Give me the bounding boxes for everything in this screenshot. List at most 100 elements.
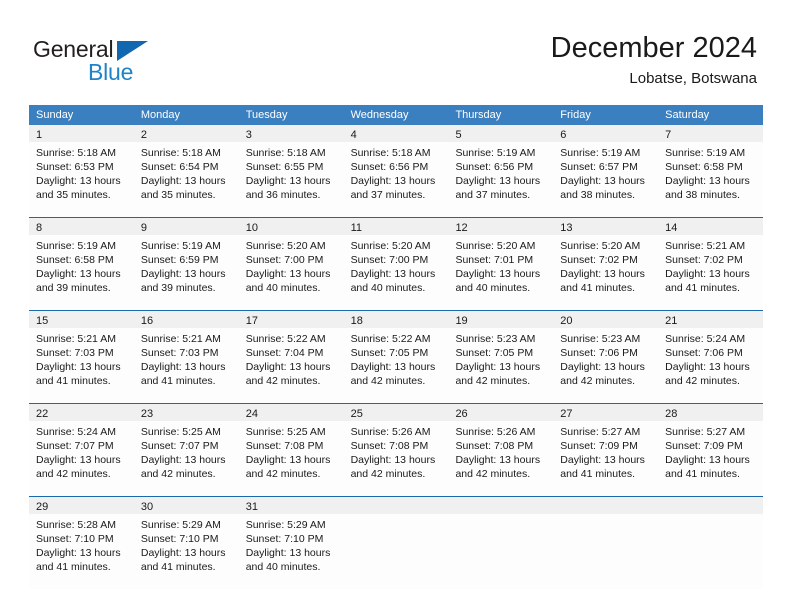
day-number-strip: 6 bbox=[553, 125, 659, 142]
day-cell[interactable]: 15 Sunrise: 5:21 AM Sunset: 7:03 PM Dayl… bbox=[29, 311, 134, 403]
day-number: 1 bbox=[36, 129, 43, 141]
day-cell[interactable]: 12 Sunrise: 5:20 AM Sunset: 7:01 PM Dayl… bbox=[448, 218, 554, 310]
sunrise-text: Sunrise: 5:19 AM bbox=[560, 147, 641, 159]
day-cell[interactable]: 29 Sunrise: 5:28 AM Sunset: 7:10 PM Dayl… bbox=[29, 497, 134, 589]
sunrise-text: Sunrise: 5:25 AM bbox=[245, 426, 326, 438]
day-cell[interactable]: 21 Sunrise: 5:24 AM Sunset: 7:06 PM Dayl… bbox=[658, 311, 764, 403]
day-number: 28 bbox=[665, 408, 678, 420]
daylight-text-cont: and 41 minutes. bbox=[36, 561, 111, 573]
day-cell[interactable]: 2 Sunrise: 5:18 AM Sunset: 6:54 PM Dayli… bbox=[133, 125, 239, 217]
sunset-text: Sunset: 7:04 PM bbox=[245, 347, 324, 359]
day-cell[interactable]: 16 Sunrise: 5:21 AM Sunset: 7:03 PM Dayl… bbox=[133, 311, 239, 403]
sunrise-text: Sunrise: 5:24 AM bbox=[665, 333, 746, 345]
day-cell[interactable]: 28 Sunrise: 5:27 AM Sunset: 7:09 PM Dayl… bbox=[658, 404, 764, 496]
sunrise-text: Sunrise: 5:22 AM bbox=[350, 333, 431, 345]
day-cell[interactable]: 26 Sunrise: 5:26 AM Sunset: 7:08 PM Dayl… bbox=[448, 404, 554, 496]
daylight-text-cont: and 41 minutes. bbox=[140, 375, 216, 387]
sunset-text: Sunset: 7:09 PM bbox=[560, 440, 638, 452]
sunrise-text: Sunrise: 5:25 AM bbox=[140, 426, 221, 438]
daylight-text: Daylight: 13 hours bbox=[140, 175, 226, 187]
sunset-text: Sunset: 6:56 PM bbox=[455, 161, 534, 173]
day-cell[interactable]: 6 Sunrise: 5:19 AM Sunset: 6:57 PM Dayli… bbox=[553, 125, 659, 217]
day-cell[interactable]: 11 Sunrise: 5:20 AM Sunset: 7:00 PM Dayl… bbox=[343, 218, 449, 310]
day-cell[interactable]: 10 Sunrise: 5:20 AM Sunset: 7:00 PM Dayl… bbox=[238, 218, 344, 310]
general-blue-logo[interactable]: General Blue bbox=[33, 36, 203, 88]
daylight-text-cont: and 41 minutes. bbox=[665, 282, 740, 294]
day-cell[interactable]: 20 Sunrise: 5:23 AM Sunset: 7:06 PM Dayl… bbox=[553, 311, 659, 403]
sunrise-text: Sunrise: 5:27 AM bbox=[665, 426, 746, 438]
daylight-text: Daylight: 13 hours bbox=[140, 268, 226, 280]
sunrise-text: Sunrise: 5:28 AM bbox=[36, 519, 116, 531]
day-number-strip bbox=[448, 497, 554, 514]
day-number: 20 bbox=[560, 315, 573, 327]
daylight-text: Daylight: 13 hours bbox=[350, 361, 436, 373]
title-block: December 2024 Lobatse, Botswana bbox=[551, 31, 757, 89]
day-cell[interactable]: 24 Sunrise: 5:25 AM Sunset: 7:08 PM Dayl… bbox=[238, 404, 344, 496]
day-cell[interactable]: 25 Sunrise: 5:26 AM Sunset: 7:08 PM Dayl… bbox=[343, 404, 449, 496]
day-cell[interactable]: 7 Sunrise: 5:19 AM Sunset: 6:58 PM Dayli… bbox=[658, 125, 764, 217]
day-details: Sunrise: 5:19 AM Sunset: 6:58 PM Dayligh… bbox=[29, 235, 134, 295]
day-cell[interactable]: 9 Sunrise: 5:19 AM Sunset: 6:59 PM Dayli… bbox=[133, 218, 239, 310]
day-cell[interactable]: 30 Sunrise: 5:29 AM Sunset: 7:10 PM Dayl… bbox=[133, 497, 239, 589]
sunset-text: Sunset: 7:06 PM bbox=[560, 347, 638, 359]
day-cell[interactable]: 1 Sunrise: 5:18 AM Sunset: 6:53 PM Dayli… bbox=[29, 125, 134, 217]
day-cell[interactable]: 31 Sunrise: 5:29 AM Sunset: 7:10 PM Dayl… bbox=[238, 497, 344, 589]
daylight-text: Daylight: 13 hours bbox=[455, 175, 541, 187]
day-details: Sunrise: 5:29 AM Sunset: 7:10 PM Dayligh… bbox=[239, 514, 344, 574]
day-details: Sunrise: 5:21 AM Sunset: 7:02 PM Dayligh… bbox=[658, 235, 763, 295]
day-cell[interactable]: 13 Sunrise: 5:20 AM Sunset: 7:02 PM Dayl… bbox=[553, 218, 659, 310]
day-details: Sunrise: 5:20 AM Sunset: 7:02 PM Dayligh… bbox=[553, 235, 658, 295]
day-cell[interactable]: 4 Sunrise: 5:18 AM Sunset: 6:56 PM Dayli… bbox=[343, 125, 449, 217]
day-number: 15 bbox=[36, 315, 49, 327]
sunrise-text: Sunrise: 5:22 AM bbox=[245, 333, 326, 345]
daylight-text: Daylight: 13 hours bbox=[245, 175, 331, 187]
day-number-strip: 27 bbox=[553, 404, 659, 421]
day-number-strip: 14 bbox=[658, 218, 764, 235]
day-cell[interactable]: 18 Sunrise: 5:22 AM Sunset: 7:05 PM Dayl… bbox=[343, 311, 449, 403]
daylight-text-cont: and 42 minutes. bbox=[245, 468, 321, 480]
day-cell[interactable]: 5 Sunrise: 5:19 AM Sunset: 6:56 PM Dayli… bbox=[448, 125, 554, 217]
sunrise-text: Sunrise: 5:26 AM bbox=[350, 426, 431, 438]
day-cell[interactable]: 22 Sunrise: 5:24 AM Sunset: 7:07 PM Dayl… bbox=[29, 404, 134, 496]
logo-text-blue: Blue bbox=[88, 59, 134, 85]
day-number-strip: 11 bbox=[343, 218, 449, 235]
day-cell-empty bbox=[448, 497, 554, 589]
daylight-text-cont: and 39 minutes. bbox=[36, 282, 111, 294]
daylight-text-cont: and 38 minutes. bbox=[665, 189, 740, 201]
page-subtitle: Lobatse, Botswana bbox=[629, 70, 757, 87]
day-cell[interactable]: 27 Sunrise: 5:27 AM Sunset: 7:09 PM Dayl… bbox=[553, 404, 659, 496]
day-number: 8 bbox=[36, 222, 43, 234]
day-details: Sunrise: 5:24 AM Sunset: 7:06 PM Dayligh… bbox=[658, 328, 763, 388]
day-number-strip: 31 bbox=[238, 497, 344, 514]
sunset-text: Sunset: 7:10 PM bbox=[36, 533, 114, 545]
calendar-page: General Blue December 2024 Lobatse, Bots… bbox=[0, 0, 792, 612]
weekday-header-sunday: Sunday bbox=[36, 109, 74, 121]
day-cell[interactable]: 19 Sunrise: 5:23 AM Sunset: 7:05 PM Dayl… bbox=[448, 311, 554, 403]
day-number: 5 bbox=[455, 129, 462, 141]
daylight-text-cont: and 38 minutes. bbox=[560, 189, 636, 201]
daylight-text: Daylight: 13 hours bbox=[560, 175, 645, 187]
daylight-text: Daylight: 13 hours bbox=[455, 454, 541, 466]
sunrise-text: Sunrise: 5:27 AM bbox=[560, 426, 641, 438]
day-number-strip: 3 bbox=[238, 125, 344, 142]
sunset-text: Sunset: 7:05 PM bbox=[350, 347, 429, 359]
sunset-text: Sunset: 7:00 PM bbox=[350, 254, 429, 266]
day-cell-empty bbox=[553, 497, 659, 589]
sunrise-text: Sunrise: 5:20 AM bbox=[245, 240, 326, 252]
day-details: Sunrise: 5:25 AM Sunset: 7:07 PM Dayligh… bbox=[134, 421, 239, 481]
day-number: 2 bbox=[140, 129, 147, 141]
day-cell[interactable]: 3 Sunrise: 5:18 AM Sunset: 6:55 PM Dayli… bbox=[238, 125, 344, 217]
sunrise-text: Sunrise: 5:21 AM bbox=[665, 240, 746, 252]
triangle-icon bbox=[117, 41, 148, 61]
day-details: Sunrise: 5:23 AM Sunset: 7:05 PM Dayligh… bbox=[448, 328, 553, 388]
daylight-text-cont: and 40 minutes. bbox=[455, 282, 531, 294]
day-cell[interactable]: 17 Sunrise: 5:22 AM Sunset: 7:04 PM Dayl… bbox=[238, 311, 344, 403]
sunrise-text: Sunrise: 5:18 AM bbox=[245, 147, 326, 159]
sunset-text: Sunset: 7:03 PM bbox=[140, 347, 219, 359]
day-number: 12 bbox=[455, 222, 468, 234]
day-cell[interactable]: 23 Sunrise: 5:25 AM Sunset: 7:07 PM Dayl… bbox=[133, 404, 239, 496]
sunset-text: Sunset: 7:10 PM bbox=[140, 533, 219, 545]
day-cell[interactable]: 8 Sunrise: 5:19 AM Sunset: 6:58 PM Dayli… bbox=[29, 218, 134, 310]
day-cell[interactable]: 14 Sunrise: 5:21 AM Sunset: 7:02 PM Dayl… bbox=[658, 218, 764, 310]
sunrise-text: Sunrise: 5:19 AM bbox=[665, 147, 746, 159]
